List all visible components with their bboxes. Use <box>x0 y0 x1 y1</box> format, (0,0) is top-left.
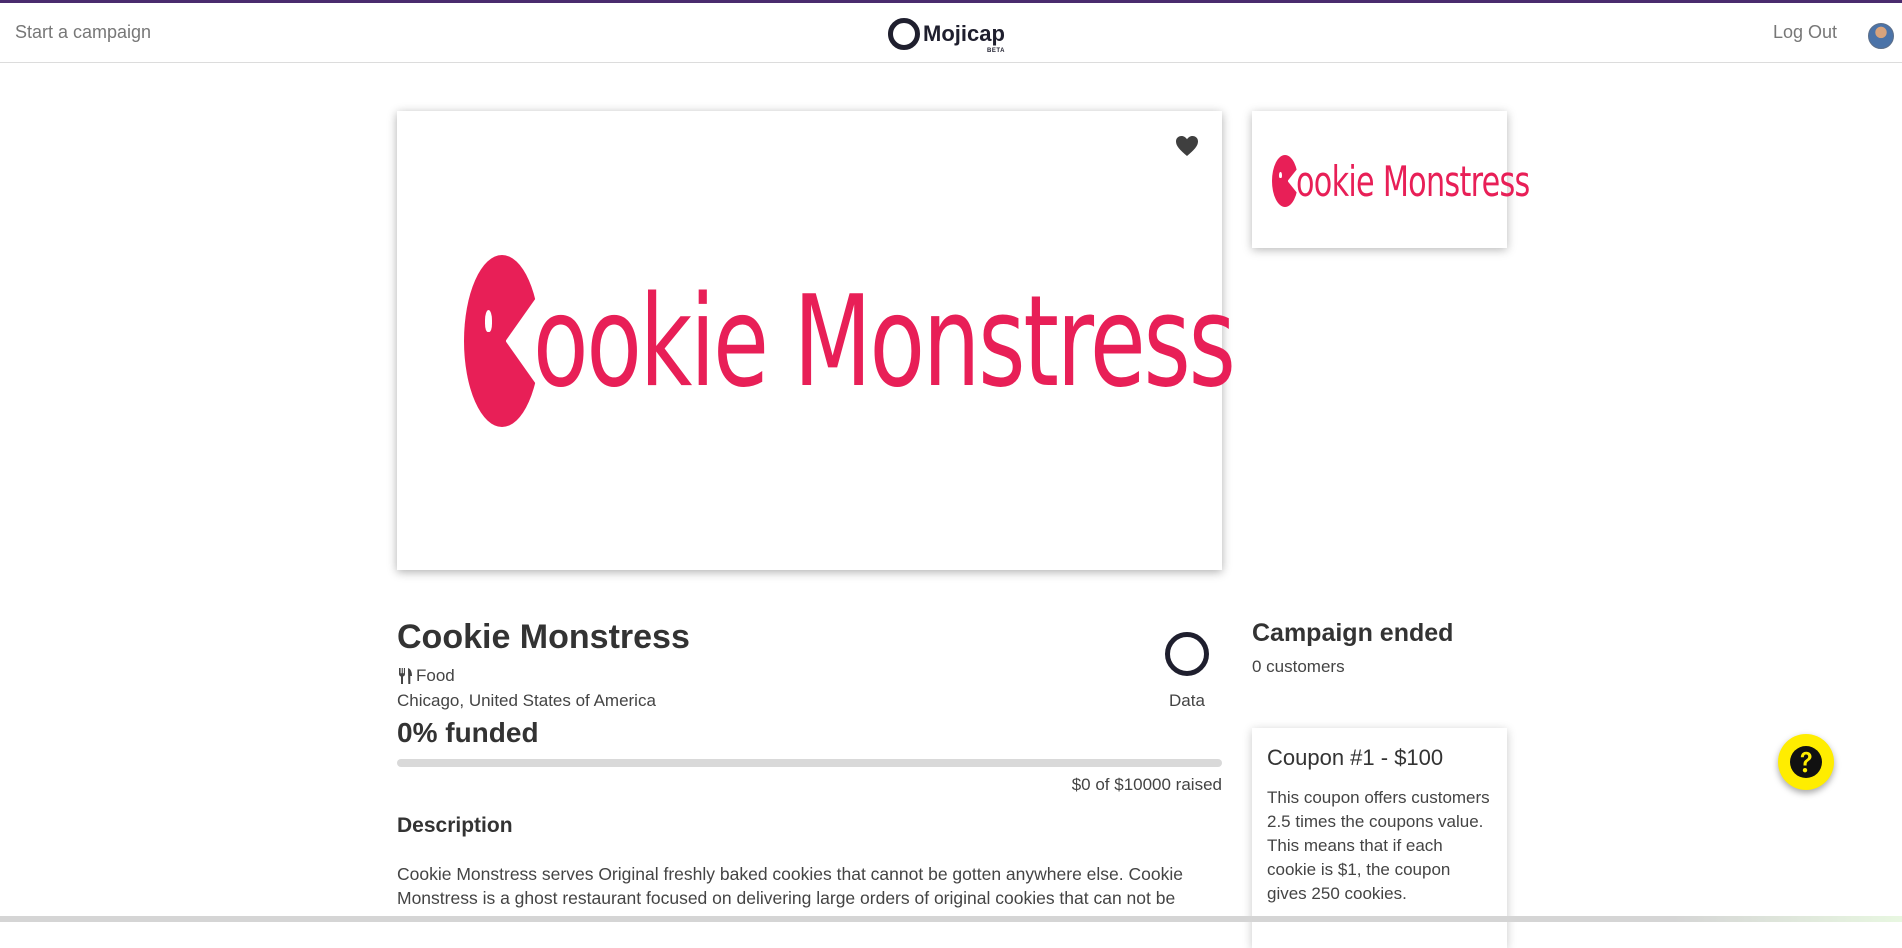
logo-eye <box>484 310 493 333</box>
mojicap-logo[interactable]: Mojicap BETA <box>888 11 1005 57</box>
beta-badge: BETA <box>987 48 1005 54</box>
cookie-monster-mark <box>464 255 542 427</box>
coupon-description: This coupon offers customers 2.5 times t… <box>1267 788 1490 903</box>
heart-icon[interactable] <box>1175 135 1199 157</box>
question-mark-icon <box>1790 746 1822 778</box>
data-button[interactable]: Data <box>1162 630 1212 711</box>
logo-name: Mojicap <box>923 21 1005 46</box>
amount-raised: $0 of $10000 raised <box>1071 775 1222 794</box>
logout-link[interactable]: Log Out <box>1773 22 1837 43</box>
data-label: Data <box>1169 691 1205 710</box>
logo-word-small: ookie Monstress <box>1296 156 1530 206</box>
campaign-category: Food <box>397 666 455 686</box>
user-avatar[interactable] <box>1868 23 1894 49</box>
category-label: Food <box>416 666 455 685</box>
start-campaign-link[interactable]: Start a campaign <box>15 22 151 43</box>
description-heading: Description <box>397 814 513 837</box>
logo-eye-small <box>1279 171 1282 179</box>
cookie-monster-mark-small <box>1272 155 1300 207</box>
coupon-title: Coupon #1 - $100 <box>1267 745 1444 770</box>
top-navigation: Start a campaign Mojicap BETA Log Out <box>0 3 1902 63</box>
coupon-card[interactable]: Coupon #1 - $100 This coupon offers cust… <box>1252 728 1507 948</box>
customer-count: 0 customers <box>1252 657 1345 676</box>
funding-progress-bar <box>397 759 1222 767</box>
description-text: Cookie Monstress serves Original freshly… <box>397 864 1183 908</box>
help-button[interactable] <box>1778 734 1834 790</box>
logo-ring-icon <box>888 18 920 50</box>
campaign-hero-image: ookie Monstress <box>397 111 1236 570</box>
cookie-monstress-logo-small: ookie Monstress <box>1272 151 1530 211</box>
data-ring-icon <box>1165 632 1209 676</box>
logo-wordmark: Mojicap BETA <box>923 21 1005 54</box>
campaign-image-thumbnail[interactable]: ookie Monstress <box>1252 111 1530 248</box>
funding-percentage: 0% funded <box>397 717 539 748</box>
campaign-status: Campaign ended <box>1252 619 1454 647</box>
utensils-icon <box>399 668 412 684</box>
logo-word: ookie Monstress <box>533 267 1236 415</box>
horizontal-scroll-track[interactable] <box>0 916 1902 922</box>
campaign-title: Cookie Monstress <box>397 618 690 656</box>
campaign-location: Chicago, United States of America <box>397 691 656 710</box>
cookie-monstress-logo-large: ookie Monstress <box>464 251 1236 431</box>
